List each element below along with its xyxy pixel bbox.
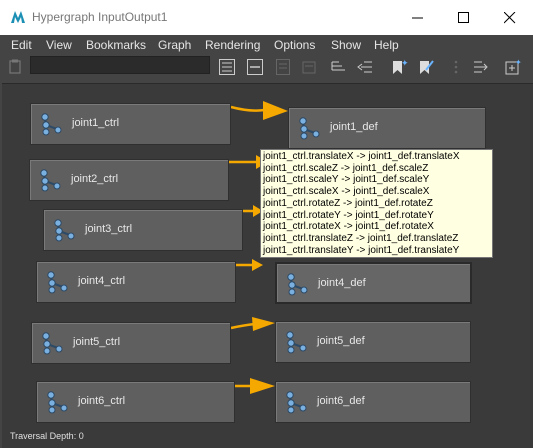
node-joint6-def[interactable]: joint6_def (275, 381, 471, 423)
connection-joint5[interactable] (230, 317, 275, 331)
joint-icon (299, 117, 320, 140)
joint-icon (47, 391, 68, 414)
connection-joint6[interactable] (235, 378, 275, 394)
node-joint6-ctrl[interactable]: joint6_ctrl (36, 381, 235, 423)
node-label: joint6_ctrl (78, 395, 126, 407)
joint-icon (286, 331, 307, 354)
node-label: joint3_ctrl (85, 223, 133, 235)
node-joint5-ctrl[interactable]: joint5_ctrl (31, 322, 231, 364)
tooltip-line: joint1_ctrl.scaleZ -> joint1_def.scaleZ (263, 162, 429, 174)
node-label: joint4_def (318, 277, 366, 289)
tooltip-line: joint1_ctrl.rotateX -> joint1_def.rotate… (263, 221, 434, 233)
node-joint4-def[interactable]: joint4_def (275, 262, 472, 304)
node-label: joint2_ctrl (71, 173, 119, 185)
node-joint4-ctrl[interactable]: joint4_ctrl (36, 261, 236, 303)
connection-tooltip: joint1_ctrl.translateX -> joint1_def.tra… (260, 149, 493, 259)
joint-icon (287, 273, 308, 296)
connection-joint4[interactable] (236, 259, 263, 271)
joint-icon (40, 169, 61, 192)
node-joint1-def[interactable]: joint1_def (288, 107, 486, 149)
tooltip-line: joint1_ctrl.scaleX -> joint1_def.scaleX (263, 186, 430, 198)
tooltip-line: joint1_ctrl.translateX -> joint1_def.tra… (263, 151, 460, 162)
joint-icon (47, 271, 68, 294)
traversal-depth-status: Traversal Depth: 0 (10, 431, 84, 441)
tooltip-line: joint1_ctrl.scaleY -> joint1_def.scaleY (263, 174, 430, 186)
tooltip-line: joint1_ctrl.translateZ -> joint1_def.tra… (263, 232, 459, 244)
node-label: joint4_ctrl (78, 275, 126, 287)
tooltip-line: joint1_ctrl.translateY -> joint1_def.tra… (263, 244, 460, 256)
node-label: joint1_def (330, 121, 378, 133)
node-joint5-def[interactable]: joint5_def (275, 321, 471, 363)
node-label: joint6_def (317, 395, 365, 407)
joint-icon (41, 113, 62, 136)
tooltip-line: joint1_ctrl.rotateZ -> joint1_def.rotate… (263, 197, 433, 209)
connection-joint1[interactable] (230, 101, 288, 120)
node-label: joint5_def (317, 335, 365, 347)
node-label: joint5_ctrl (73, 336, 121, 348)
node-joint1-ctrl[interactable]: joint1_ctrl (30, 103, 231, 145)
node-joint2-ctrl[interactable]: joint2_ctrl (29, 159, 229, 201)
node-joint3-ctrl[interactable]: joint3_ctrl (43, 209, 243, 251)
joint-icon (286, 391, 307, 414)
tooltip-line: joint1_ctrl.rotateY -> joint1_def.rotate… (263, 209, 434, 221)
joint-icon (54, 219, 75, 242)
node-label: joint1_ctrl (72, 117, 120, 129)
joint-icon (42, 332, 63, 355)
